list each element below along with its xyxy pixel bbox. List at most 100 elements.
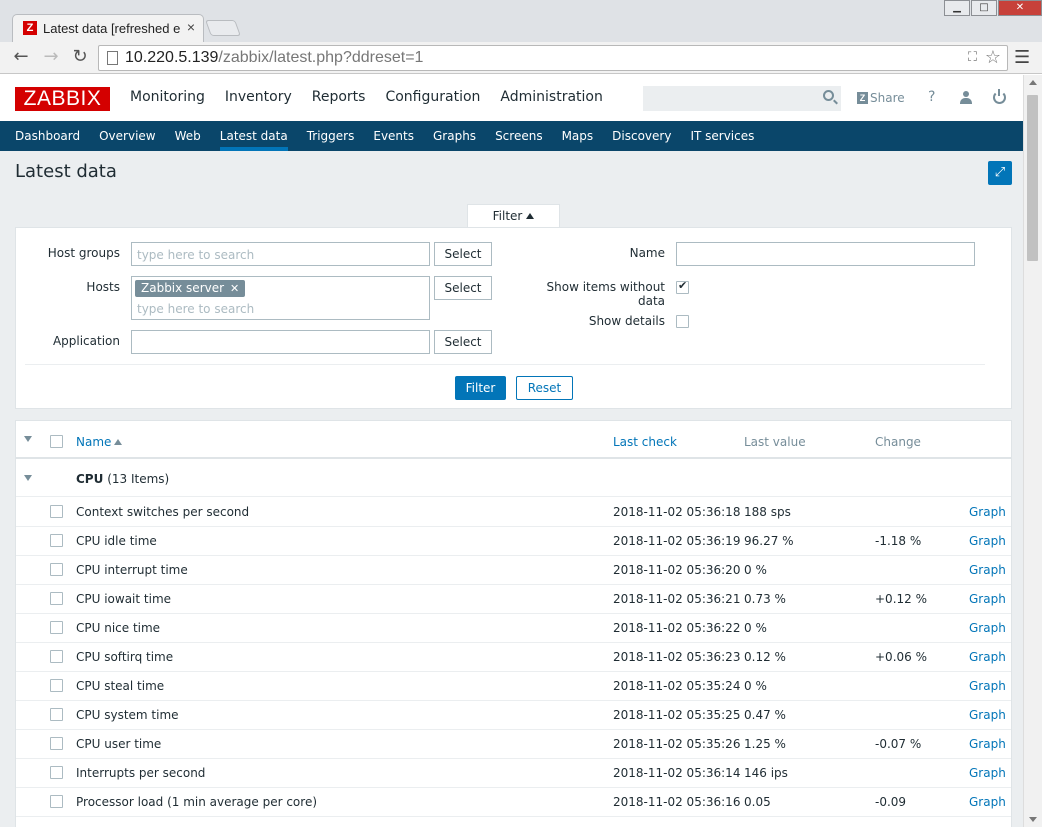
- submenu-maps[interactable]: Maps: [562, 121, 594, 151]
- row-checkbox[interactable]: [50, 795, 63, 808]
- graph-link[interactable]: Graph: [969, 679, 1006, 693]
- submenu-web[interactable]: Web: [175, 121, 201, 151]
- row-checkbox[interactable]: [50, 621, 63, 634]
- url-text: 10.220.5.139/zabbix/latest.php?ddreset=1: [125, 49, 424, 66]
- browser-tab-active[interactable]: Z Latest data [refreshed e ×: [12, 14, 204, 42]
- submenu-overview[interactable]: Overview: [99, 121, 156, 151]
- host-groups-input[interactable]: type here to search: [131, 242, 430, 266]
- item-last-check: 2018-11-02 05:36:22: [613, 621, 741, 635]
- reload-icon[interactable]: ↻: [69, 46, 91, 68]
- select-all-checkbox[interactable]: [50, 435, 63, 448]
- reset-filter-button[interactable]: Reset: [516, 376, 573, 400]
- page-icon: [107, 51, 118, 65]
- bookmark-star-icon[interactable]: ☆: [985, 47, 1001, 68]
- search-icon[interactable]: [823, 90, 834, 101]
- table-row: CPU idle time 2018-11-02 05:36:19 96.27 % -…: [16, 527, 1011, 556]
- show-items-without-data-checkbox[interactable]: [676, 279, 689, 294]
- graph-link[interactable]: Graph: [969, 766, 1006, 780]
- submenu-discovery[interactable]: Discovery: [612, 121, 671, 151]
- name-input[interactable]: [676, 242, 975, 266]
- graph-link[interactable]: Graph: [969, 563, 1006, 577]
- filter-toggle-tab[interactable]: Filter: [467, 204, 560, 228]
- host-groups-select-button[interactable]: Select: [434, 242, 492, 266]
- logout-icon[interactable]: [993, 89, 1006, 104]
- graph-link[interactable]: Graph: [969, 592, 1006, 606]
- page-scrollbar[interactable]: [1023, 75, 1042, 827]
- submenu-latest-data[interactable]: Latest data: [219, 121, 288, 151]
- item-last-value: 1.25 %: [744, 737, 786, 751]
- help-icon[interactable]: ?: [928, 89, 935, 105]
- forward-arrow-icon[interactable]: →: [40, 46, 62, 68]
- row-checkbox[interactable]: [50, 650, 63, 663]
- submenu-events[interactable]: Events: [373, 121, 414, 151]
- scroll-down-icon[interactable]: [1029, 817, 1037, 822]
- translate-icon[interactable]: ⛶: [968, 50, 977, 65]
- row-checkbox[interactable]: [50, 766, 63, 779]
- row-checkbox[interactable]: [50, 708, 63, 721]
- collapse-all-icon[interactable]: [24, 436, 32, 442]
- host-groups-placeholder: type here to search: [137, 248, 255, 262]
- graph-link[interactable]: Graph: [969, 795, 1006, 809]
- table-row: CPU iowait time 2018-11-02 05:36:21 0.73 %…: [16, 585, 1011, 614]
- browser-menu-icon[interactable]: ☰: [1014, 47, 1030, 68]
- scroll-up-icon[interactable]: [1029, 80, 1037, 85]
- graph-link[interactable]: Graph: [969, 708, 1006, 722]
- row-checkbox[interactable]: [50, 737, 63, 750]
- zabbix-logo[interactable]: ZABBIX: [15, 87, 110, 111]
- row-checkbox[interactable]: [50, 563, 63, 576]
- hosts-select-button[interactable]: Select: [434, 276, 492, 300]
- minimize-button[interactable]: ▁: [944, 0, 970, 16]
- menu-inventory[interactable]: Inventory: [225, 89, 292, 105]
- table-row: CPU user time 2018-11-02 05:35:26 1.25 % -0…: [16, 730, 1011, 759]
- item-last-value: 146 ips: [744, 766, 788, 780]
- menu-configuration[interactable]: Configuration: [385, 89, 480, 105]
- item-name: Interrupts per second: [76, 766, 206, 780]
- menu-administration[interactable]: Administration: [500, 89, 602, 105]
- fullscreen-icon[interactable]: ⤢: [988, 161, 1012, 185]
- item-change: +0.12 %: [875, 592, 927, 606]
- page-viewport: ZABBIX Monitoring Inventory Reports Conf…: [0, 75, 1023, 827]
- apply-filter-button[interactable]: Filter: [455, 376, 506, 400]
- hosts-input[interactable]: Zabbix server ✕ type here to search: [131, 276, 430, 320]
- row-checkbox[interactable]: [50, 534, 63, 547]
- collapse-group-icon[interactable]: [24, 475, 32, 481]
- graph-link[interactable]: Graph: [969, 737, 1006, 751]
- graph-link[interactable]: Graph: [969, 534, 1006, 548]
- submenu-it-services[interactable]: IT services: [690, 121, 754, 151]
- column-name-header[interactable]: Name: [76, 435, 123, 449]
- host-chip-zabbix-server: Zabbix server ✕: [135, 280, 246, 297]
- item-name: CPU steal time: [76, 679, 165, 693]
- maximize-button[interactable]: □: [971, 0, 997, 16]
- show-details-checkbox[interactable]: [676, 315, 689, 328]
- global-search-input[interactable]: [644, 87, 814, 110]
- row-checkbox[interactable]: [50, 592, 63, 605]
- close-window-button[interactable]: ✕: [998, 0, 1042, 16]
- submenu-graphs[interactable]: Graphs: [433, 121, 476, 151]
- submenu-dashboard[interactable]: Dashboard: [15, 121, 80, 151]
- graph-link[interactable]: Graph: [969, 505, 1006, 519]
- menu-reports[interactable]: Reports: [312, 89, 366, 105]
- application-select-button[interactable]: Select: [434, 330, 492, 354]
- share-link[interactable]: Z Share: [857, 91, 905, 105]
- submenu-screens[interactable]: Screens: [495, 121, 543, 151]
- tab-close-icon[interactable]: ×: [187, 19, 195, 35]
- column-last-check-header[interactable]: Last check: [613, 435, 677, 449]
- main-header: ZABBIX Monitoring Inventory Reports Conf…: [0, 75, 1023, 121]
- new-tab-button[interactable]: [205, 20, 241, 36]
- row-checkbox[interactable]: [50, 505, 63, 518]
- host-chip-label: Zabbix server: [141, 281, 225, 295]
- back-arrow-icon[interactable]: ←: [10, 46, 32, 68]
- item-last-check: 2018-11-02 05:36:16: [613, 795, 741, 809]
- window-controls: ▁ □ ✕: [943, 0, 1042, 18]
- address-bar[interactable]: 10.220.5.139/zabbix/latest.php?ddreset=1…: [98, 45, 1008, 71]
- scroll-thumb[interactable]: [1027, 95, 1038, 261]
- menu-monitoring[interactable]: Monitoring: [130, 89, 205, 105]
- graph-link[interactable]: Graph: [969, 621, 1006, 635]
- table-row: CPU softirq time 2018-11-02 05:36:23 0.12 …: [16, 643, 1011, 672]
- graph-link[interactable]: Graph: [969, 650, 1006, 664]
- remove-chip-icon[interactable]: ✕: [230, 282, 239, 295]
- row-checkbox[interactable]: [50, 679, 63, 692]
- user-profile-icon[interactable]: [960, 91, 972, 104]
- submenu-triggers[interactable]: Triggers: [307, 121, 355, 151]
- application-input[interactable]: [131, 330, 430, 354]
